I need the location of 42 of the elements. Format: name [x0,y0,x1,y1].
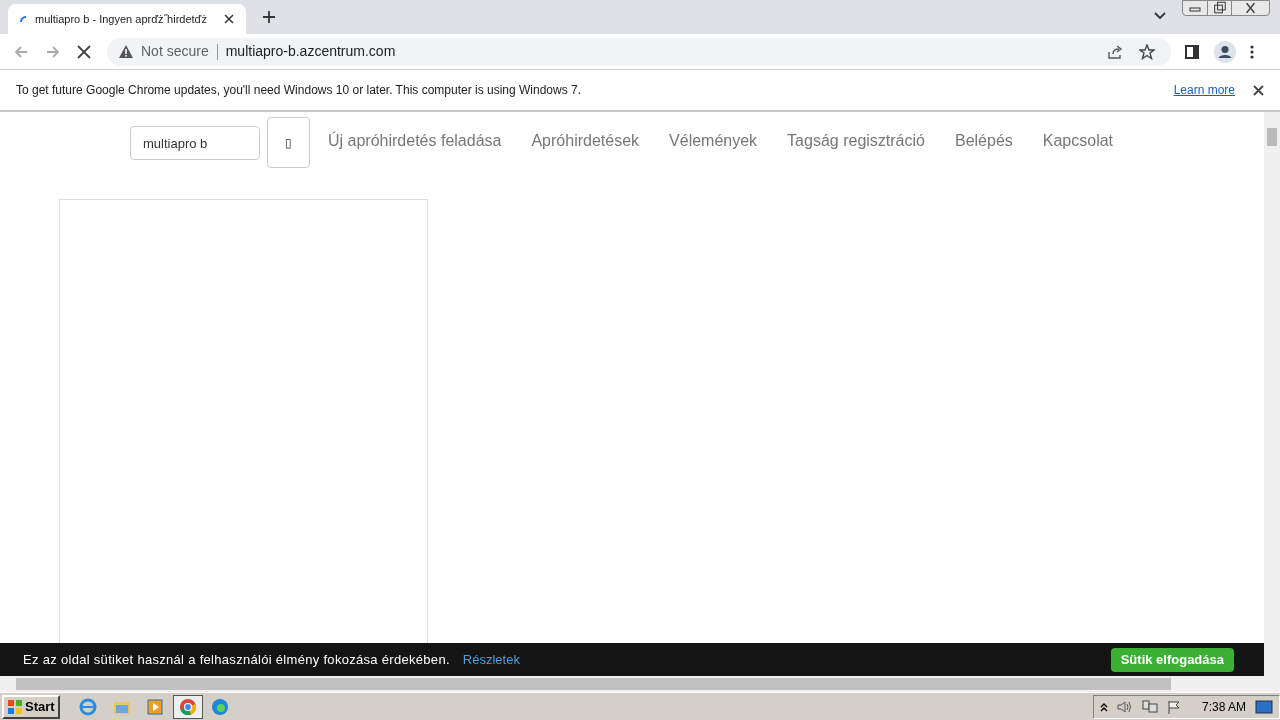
search-button[interactable]: ▯ [267,117,310,168]
security-label: Not secure [141,42,209,61]
show-desktop-icon[interactable] [1255,699,1273,714]
flag-icon[interactable] [1166,699,1181,714]
share-icon[interactable] [1107,43,1123,60]
warning-icon [119,45,133,58]
horizontal-scrollbar[interactable] [0,676,1280,692]
chrome-icon [178,697,197,716]
close-icon[interactable] [1253,84,1264,96]
url-text: multiapro-b.azcentrum.com [225,42,396,61]
vertical-scrollbar[interactable] [1264,112,1280,676]
speaker-icon[interactable] [1116,699,1133,714]
learn-more-link[interactable]: Learn more [1173,81,1235,99]
infobar-message: To get future Google Chrome updates, you'll need Windows 10 or later. This computer is using Windows 7. [16,82,582,99]
network-icon[interactable] [1141,699,1158,714]
profile-icon[interactable] [1214,40,1236,63]
windows-logo-icon [7,698,23,715]
new-tab-icon[interactable] [262,10,276,24]
tab-title: multiapro b - Ingyen aprďż˝hirdetďż [35,11,208,27]
stop-icon[interactable] [77,44,91,59]
nav-link[interactable]: Tagság regisztráció [787,129,925,153]
side-panel-icon[interactable] [1185,44,1199,59]
nav-link[interactable]: Kapcsolat [1042,129,1114,153]
address-bar[interactable]: Not secure multiapro-b.azcentrum.com [107,37,1171,66]
chevron-up-icon[interactable] [1099,701,1108,712]
chrome-taskbar-button[interactable] [172,694,203,719]
cookie-message: Ez az oldal sütiket használ a felhasználói élmény fokozása érdekében. [23,650,450,669]
more-icon[interactable] [1250,44,1254,59]
start-button[interactable]: Start [2,694,60,719]
nav-link[interactable]: Új apróhirdetés feladása [328,129,502,153]
nav-link[interactable]: Belépés [954,129,1013,153]
close-icon[interactable] [224,14,234,24]
browser-tab[interactable]: multiapro b - Ingyen aprďż˝hirdetďż [8,4,246,34]
chevron-down-icon[interactable] [1154,11,1166,21]
details-link[interactable]: Részletek [462,649,520,670]
nav-link[interactable]: Vélemények [669,129,758,153]
star-icon[interactable] [1139,43,1155,60]
nav-link[interactable]: Apróhirdetések [531,129,640,153]
loading-icon [20,15,27,23]
media-player-icon[interactable] [146,698,163,715]
search-field[interactable]: multiapro b [130,126,260,160]
clock[interactable]: 7:38 AM [1201,697,1246,716]
